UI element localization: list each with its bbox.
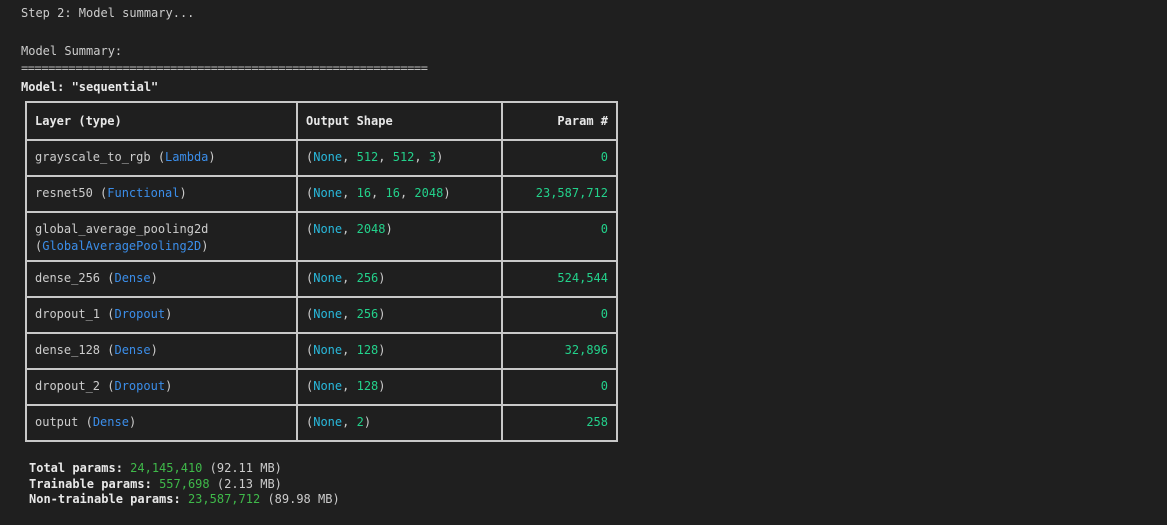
param-count: 0 <box>501 368 618 406</box>
layer-name: output <box>35 415 79 429</box>
layer-cell: output (Dense) <box>25 404 298 442</box>
column-header-layer: Layer (type) <box>25 101 298 141</box>
table-row: dense_256 (Dense) (None, 256) 524,544 <box>25 260 618 298</box>
shape-dim: 128 <box>356 379 379 393</box>
layer-type: Functional <box>107 186 180 200</box>
layer-type: Dense <box>114 271 151 285</box>
param-count: 23,587,712 <box>501 175 618 213</box>
layer-cell: dropout_2 (Dropout) <box>25 368 298 406</box>
param-count: 32,896 <box>501 332 618 370</box>
layer-cell: dropout_1 (Dropout) <box>25 296 298 334</box>
total-params-value: 24,145,410 <box>130 461 203 475</box>
layer-cell: grayscale_to_rgb (Lambda) <box>25 139 298 177</box>
layer-name: dense_128 <box>35 343 101 357</box>
layer-type: Lambda <box>165 150 209 164</box>
table-row: dropout_2 (Dropout) (None, 128) 0 <box>25 368 618 406</box>
shape-dim: 512 <box>356 150 379 164</box>
layer-type: Dense <box>92 415 129 429</box>
layer-cell: global_average_pooling2d (GlobalAverageP… <box>25 211 298 262</box>
separator-line: ========================================… <box>21 61 428 75</box>
nontrainable-params-label: Non-trainable params: <box>29 492 181 506</box>
param-count: 0 <box>501 139 618 177</box>
table-row: dropout_1 (Dropout) (None, 256) 0 <box>25 296 618 334</box>
trainable-params-value: 557,698 <box>159 476 210 491</box>
shape-none: None <box>313 222 343 236</box>
layer-cell: dense_128 (Dense) <box>25 332 298 370</box>
nontrainable-params-value: 23,587,712 <box>187 492 261 506</box>
shape-none: None <box>313 343 343 357</box>
shape-none: None <box>313 415 343 429</box>
output-shape-cell: (None, 128) <box>296 332 503 370</box>
layer-name: dropout_1 <box>35 307 101 321</box>
model-name: Model: "sequential" <box>21 80 159 94</box>
output-shape-cell: (None, 128) <box>296 368 503 406</box>
model-summary-table: Layer (type) Output Shape Param # graysc… <box>25 101 618 442</box>
shape-dim: 2048 <box>414 186 444 200</box>
column-header-params: Param # <box>501 101 618 141</box>
param-count: 0 <box>501 296 618 334</box>
param-count: 0 <box>501 211 618 262</box>
layer-cell: dense_256 (Dense) <box>25 260 298 298</box>
nontrainable-params-line: Non-trainable params: 23,587,712 (89.98 … <box>29 492 340 508</box>
table-row: grayscale_to_rgb (Lambda) (None, 512, 512… <box>25 139 618 177</box>
layer-name: global_average_pooling2d <box>35 222 209 236</box>
trainable-params-size: (2.13 MB) <box>216 476 282 491</box>
shape-dim: 128 <box>356 343 379 357</box>
layer-type: Dense <box>114 343 151 357</box>
shape-none: None <box>313 271 343 285</box>
shape-none: None <box>313 150 343 164</box>
output-shape-cell: (None, 512, 512, 3) <box>296 139 503 177</box>
params-totals: Total params: 24,145,410 (92.11 MB) Trai… <box>29 461 340 508</box>
layer-type: Dropout <box>114 307 166 321</box>
shape-none: None <box>313 379 343 393</box>
table-row: output (Dense) (None, 2) 258 <box>25 404 618 442</box>
layer-type: GlobalAveragePooling2D <box>42 239 202 253</box>
layer-cell: resnet50 (Functional) <box>25 175 298 213</box>
layer-name: dense_256 <box>35 271 101 285</box>
shape-dim: 512 <box>392 150 415 164</box>
layer-name: dropout_2 <box>35 379 101 393</box>
layer-name: resnet50 <box>35 186 93 200</box>
total-params-line: Total params: 24,145,410 (92.11 MB) <box>29 461 340 477</box>
table-row: resnet50 (Functional) (None, 16, 16, 2048… <box>25 175 618 213</box>
layer-name: grayscale_to_rgb <box>35 150 151 164</box>
nontrainable-params-size: (89.98 MB) <box>267 492 340 506</box>
shape-dim: 256 <box>356 271 379 285</box>
output-shape-cell: (None, 256) <box>296 260 503 298</box>
table-header-row: Layer (type) Output Shape Param # <box>25 101 618 141</box>
param-count: 524,544 <box>501 260 618 298</box>
shape-dim: 16 <box>356 186 372 200</box>
table-row: dense_128 (Dense) (None, 128) 32,896 <box>25 332 618 370</box>
output-shape-cell: (None, 2) <box>296 404 503 442</box>
param-count: 258 <box>501 404 618 442</box>
total-params-size: (92.11 MB) <box>209 461 282 475</box>
table-row: global_average_pooling2d (GlobalAverageP… <box>25 211 618 262</box>
shape-dim: 3 <box>428 150 437 164</box>
shape-dim: 2 <box>356 415 364 429</box>
shape-none: None <box>313 186 343 200</box>
output-shape-cell: (None, 2048) <box>296 211 503 262</box>
trainable-params-line: Trainable params: 557,698 (2.13 MB) <box>29 477 340 493</box>
column-header-output-shape: Output Shape <box>296 101 503 141</box>
total-params-label: Total params: <box>29 461 123 475</box>
layer-type: Dropout <box>114 379 166 393</box>
trainable-params-label: Trainable params: <box>29 476 152 491</box>
shape-none: None <box>313 307 343 321</box>
output-shape-cell: (None, 256) <box>296 296 503 334</box>
shape-dim: 16 <box>385 186 400 200</box>
step-text: Step 2: Model summary... <box>21 6 195 20</box>
summary-label: Model Summary: <box>21 44 123 58</box>
output-shape-cell: (None, 16, 16, 2048) <box>296 175 503 213</box>
shape-dim: 256 <box>356 307 379 321</box>
shape-dim: 2048 <box>356 222 386 236</box>
